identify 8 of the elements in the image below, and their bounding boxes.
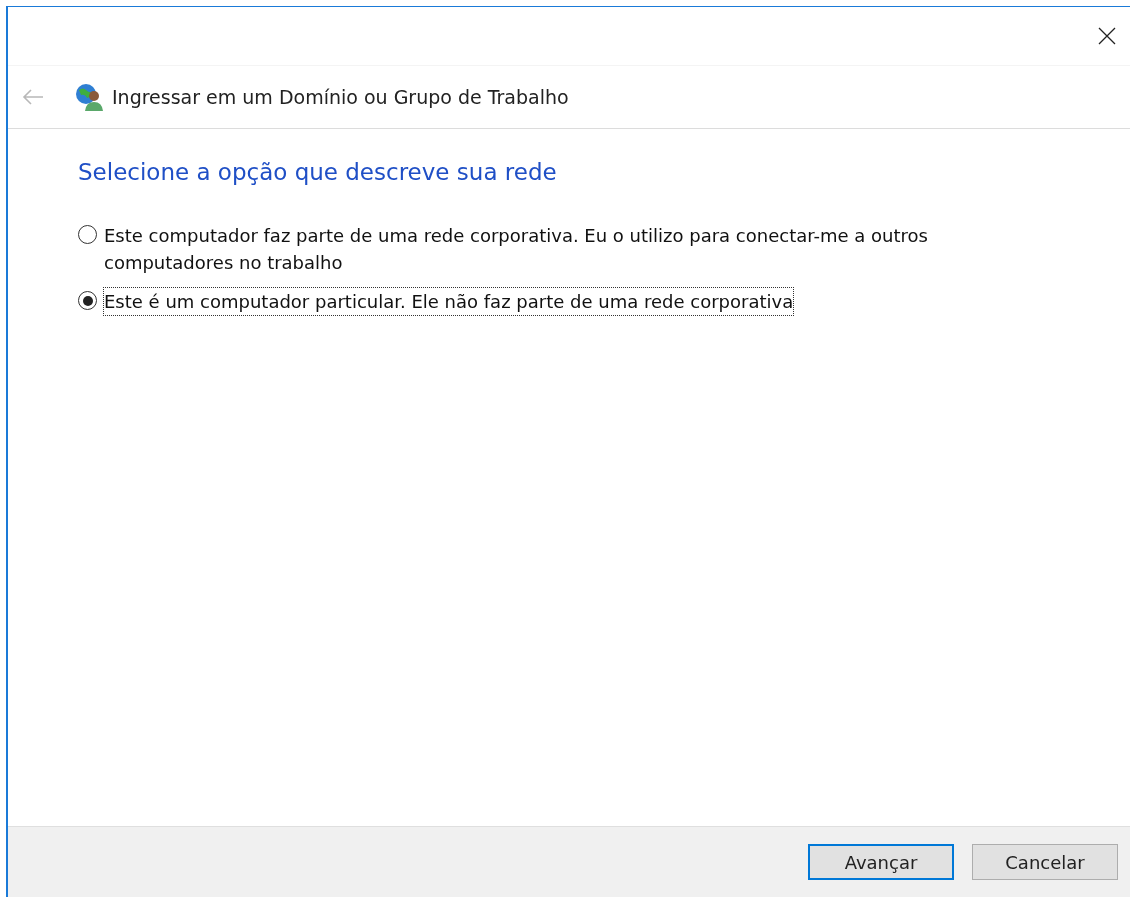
page-heading: Selecione a opção que descreve sua rede [78, 159, 558, 185]
option-label[interactable]: Este computador faz parte de uma rede corporativa. Eu o utilizo para conectar-me a outros computadores no trabalho [103, 221, 938, 277]
dialog-button[interactable]: Avançar [808, 844, 954, 880]
window-title: Ingressar em um Domínio ou Grupo de Trabalho [112, 86, 569, 108]
globe-user-icon [74, 82, 104, 112]
close-icon[interactable] [1098, 27, 1116, 45]
option-label[interactable]: Este é um computador particular. Ele não faz parte de uma rede corporativa [103, 287, 795, 316]
dialog-button[interactable]: Cancelar [972, 844, 1118, 880]
